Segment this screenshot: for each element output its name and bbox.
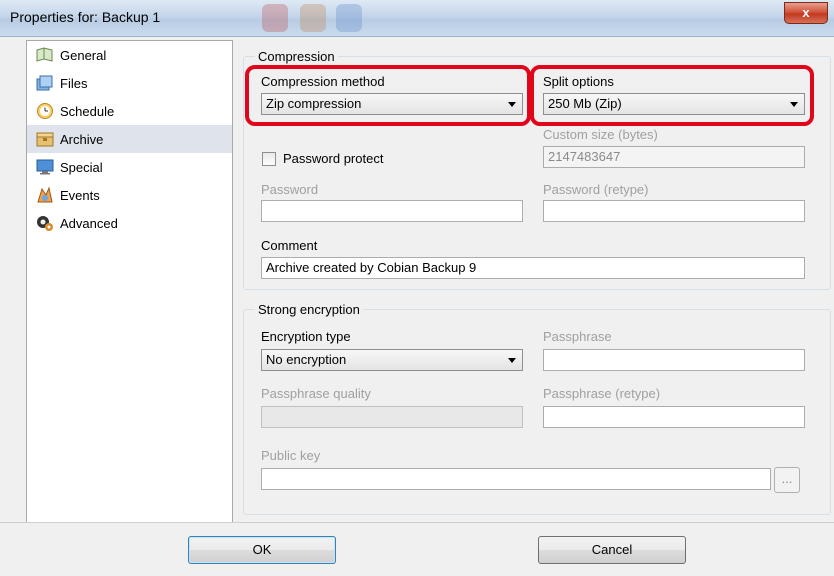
- sidebar-item-label: Schedule: [60, 103, 115, 119]
- chevron-down-icon: [508, 358, 516, 363]
- archive-icon: [35, 130, 55, 148]
- passphrase-quality-bar: [261, 406, 523, 428]
- title-bar[interactable]: Properties for: Backup 1 x: [0, 0, 834, 37]
- properties-window: Properties for: Backup 1 x General Files…: [0, 0, 834, 576]
- password-protect-label[interactable]: Password protect: [283, 151, 383, 166]
- advanced-icon: [35, 214, 55, 232]
- sidebar-item-label: Archive: [60, 131, 104, 147]
- sidebar-item-label: Files: [60, 75, 88, 91]
- titlebar-decoration-icon: [300, 4, 326, 32]
- encryption-group-title: Strong encryption: [255, 302, 363, 317]
- custom-size-label: Custom size (bytes): [543, 127, 658, 142]
- ok-button[interactable]: OK: [188, 536, 336, 564]
- passphrase-retype-label: Passphrase (retype): [543, 386, 661, 401]
- cancel-button[interactable]: Cancel: [538, 536, 686, 564]
- sidebar-item-label: General: [60, 47, 107, 63]
- book-icon: [35, 46, 55, 64]
- files-icon: [35, 74, 55, 92]
- sidebar-item-archive[interactable]: Archive: [27, 125, 232, 153]
- sidebar-item-files[interactable]: Files: [27, 69, 232, 97]
- window-title: Properties for: Backup 1: [10, 9, 161, 25]
- monitor-icon: [35, 158, 55, 176]
- category-list: General Files Schedule Archive Special E…: [26, 40, 233, 524]
- password-retype-label: Password (retype): [543, 182, 649, 197]
- highlight-box-split-options: [530, 65, 814, 126]
- password-label: Password: [261, 182, 319, 197]
- passphrase-field[interactable]: [543, 349, 805, 371]
- titlebar-decoration-icon: [336, 4, 362, 32]
- close-icon: x: [802, 5, 810, 20]
- dialog-footer: OK Cancel: [0, 522, 834, 576]
- highlight-box-compression-method: [245, 65, 531, 126]
- comment-field[interactable]: Archive created by Cobian Backup 9: [261, 257, 805, 279]
- sidebar-item-label: Special: [60, 159, 103, 175]
- sidebar-item-advanced[interactable]: Advanced: [27, 209, 232, 237]
- passphrase-quality-label: Passphrase quality: [261, 386, 371, 401]
- sidebar-item-label: Events: [60, 187, 100, 203]
- custom-size-input[interactable]: 2147483647: [543, 146, 805, 168]
- password-field[interactable]: [261, 200, 523, 222]
- encryption-type-label: Encryption type: [261, 329, 351, 344]
- close-button[interactable]: x: [784, 2, 828, 24]
- sidebar-item-label: Advanced: [60, 215, 118, 231]
- sidebar-item-schedule[interactable]: Schedule: [27, 97, 232, 125]
- compression-group-title: Compression: [255, 49, 338, 64]
- password-protect-checkbox[interactable]: [262, 152, 276, 166]
- archive-panel: Compression Compression method Zip compr…: [233, 40, 834, 522]
- passphrase-retype-field[interactable]: [543, 406, 805, 428]
- password-retype-field[interactable]: [543, 200, 805, 222]
- sidebar-item-general[interactable]: General: [27, 41, 232, 69]
- clock-icon: [35, 102, 55, 120]
- titlebar-decoration-icon: [262, 4, 288, 32]
- browse-public-key-button[interactable]: ...: [774, 467, 800, 493]
- passphrase-label: Passphrase: [543, 329, 612, 344]
- public-key-field[interactable]: [261, 468, 771, 490]
- public-key-label: Public key: [261, 448, 321, 463]
- sidebar-item-events[interactable]: Events: [27, 181, 232, 209]
- comment-label: Comment: [261, 238, 318, 253]
- sidebar-item-special[interactable]: Special: [27, 153, 232, 181]
- encryption-type-select[interactable]: No encryption: [261, 349, 523, 371]
- events-icon: [35, 186, 55, 204]
- encryption-type-value: No encryption: [266, 352, 347, 367]
